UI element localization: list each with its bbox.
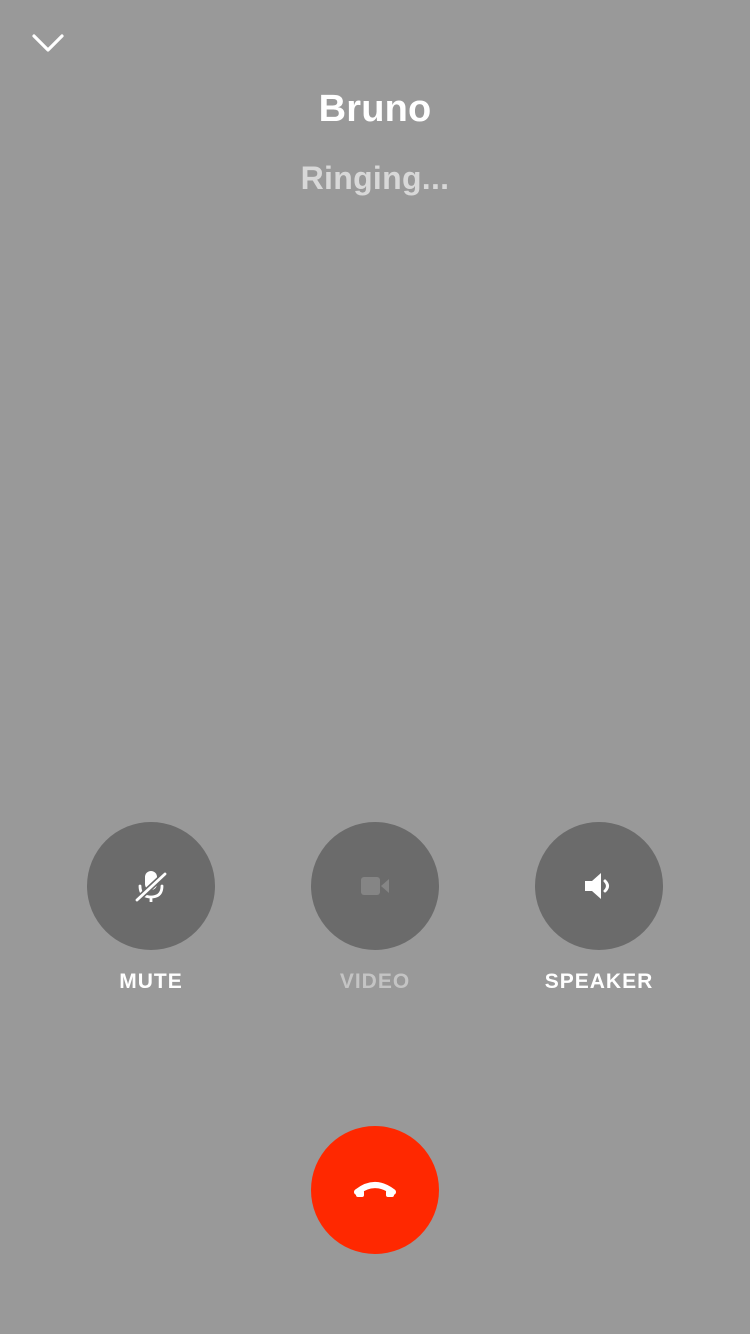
mute-control: MUTE xyxy=(51,822,251,994)
video-camera-icon xyxy=(355,866,395,906)
call-status: Ringing... xyxy=(300,160,450,196)
mic-muted-icon xyxy=(131,866,171,906)
chevron-down-icon xyxy=(31,33,65,53)
video-button[interactable] xyxy=(311,822,439,950)
video-control: VIDEO xyxy=(275,822,475,994)
collapse-button[interactable] xyxy=(28,26,68,60)
speaker-control: SPEAKER xyxy=(499,822,699,994)
speaker-icon xyxy=(579,866,619,906)
phone-hangup-icon xyxy=(353,1168,397,1212)
end-call-button[interactable] xyxy=(311,1126,439,1254)
speaker-label: SPEAKER xyxy=(544,970,654,993)
mute-label: MUTE xyxy=(119,970,183,993)
call-controls: MUTE VIDEO SPEAKER xyxy=(0,822,750,1002)
video-label: VIDEO xyxy=(339,970,411,993)
mute-button[interactable] xyxy=(87,822,215,950)
caller-name: Bruno xyxy=(318,88,432,130)
speaker-button[interactable] xyxy=(535,822,663,950)
